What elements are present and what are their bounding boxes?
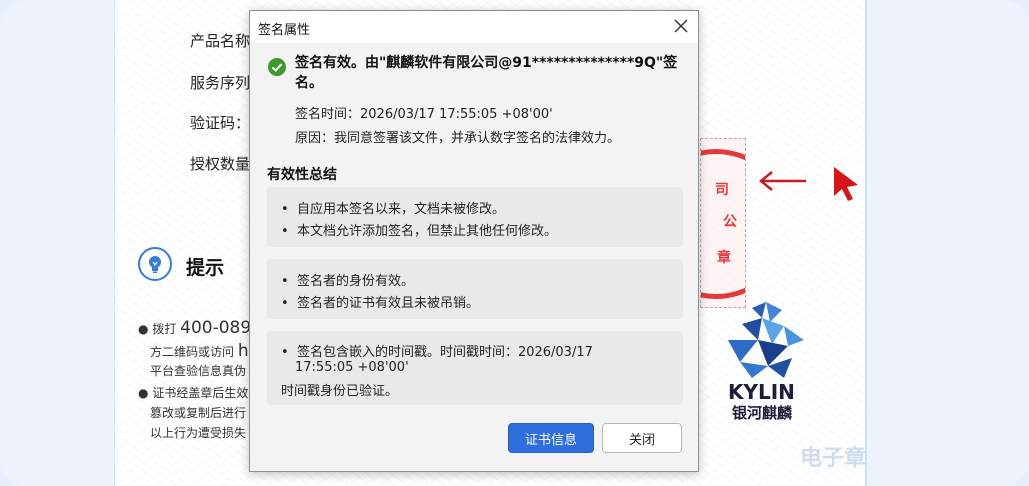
tip-line: ● 拨打 400-089: [138, 318, 252, 338]
signature-properties-dialog: 签名属性 签名有效。由"麒麟软件有限公司@91**************9Q"…: [249, 10, 699, 472]
timestamp-verified: 时间戳身份已验证。: [281, 384, 399, 399]
validity-summary-title: 有效性总结: [267, 167, 337, 183]
watermark-text: 电子章: [800, 446, 867, 471]
screen-frame: 产品名称 服务序列 验证码： 授权数量 提示 ● 拨打 400-089 方二维码…: [0, 0, 1029, 486]
list-item: • 签名者的证书有效且未被吊销。: [281, 296, 479, 311]
list-item: • 签名者的身份有效。: [281, 274, 414, 289]
list-item: • 自应用本签名以来，文档未被修改。: [281, 202, 505, 217]
dialog-titlebar[interactable]: 签名属性: [250, 11, 698, 43]
field-license-count: 授权数量: [190, 155, 251, 173]
summary-panel-timestamp: • 签名包含嵌入的时间戳。时间戳时间：2026/03/17 17:55:05 +…: [267, 331, 683, 405]
check-circle-icon: [268, 58, 286, 76]
tip-title: 提示: [186, 257, 225, 279]
brand-wordmark: KYLIN: [728, 380, 795, 404]
list-item: • 本文档允许添加签名，但禁止其他任何修改。: [281, 224, 557, 239]
sign-reason: 原因：我同意签署该文件，并承认数字签名的法律效力。: [295, 131, 621, 146]
summary-panel-signer: • 签名者的身份有效。 • 签名者的证书有效且未被吊销。: [267, 259, 683, 319]
list-item: • 签名包含嵌入的时间戳。时间戳时间：2026/03/17: [281, 345, 593, 360]
summary-panel-document: • 自应用本签名以来，文档未被修改。 • 本文档允许添加签名，但禁止其他任何修改…: [267, 187, 683, 247]
mouse-cursor-icon: [834, 167, 858, 201]
brand-chinese-name: 银河麒麟: [732, 404, 793, 422]
tip-line: ● 证书经盖章后生效: [138, 386, 249, 400]
tip-line: 方二维码或访问 h: [150, 341, 249, 361]
close-icon[interactable]: [672, 17, 690, 35]
close-button[interactable]: 关闭: [602, 423, 682, 453]
official-seal: 司 公 章: [700, 138, 746, 308]
tip-line: 平台查验信息真伪: [150, 364, 247, 378]
field-product-name: 产品名称: [190, 32, 251, 50]
dialog-title: 签名属性: [258, 23, 311, 38]
arrow-left-icon: [759, 171, 806, 191]
lightbulb-icon: [138, 247, 172, 281]
tip-line: 篡改或复制后进行: [150, 406, 247, 420]
sign-time: 签名时间：2026/03/17 17:55:05 +08'00': [295, 107, 553, 122]
timestamp-time-continued: 17:55:05 +08'00': [295, 360, 409, 375]
signature-status-text: 签名有效。由"麒麟软件有限公司@91**************9Q"签名。: [295, 55, 678, 91]
kylin-logo-icon: [728, 302, 804, 378]
field-service-serial: 服务序列: [190, 74, 251, 92]
tip-line: 以上行为遭受损失: [150, 426, 247, 440]
field-verify-code: 验证码：: [190, 114, 251, 132]
certificate-info-button[interactable]: 证书信息: [508, 423, 594, 453]
